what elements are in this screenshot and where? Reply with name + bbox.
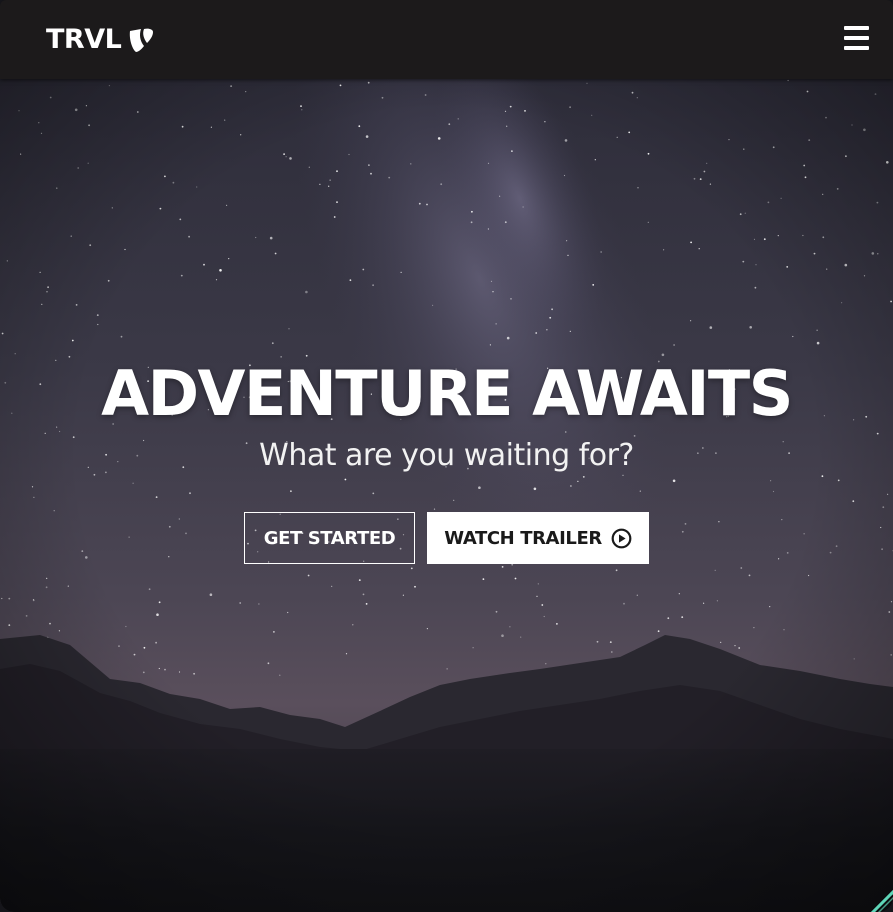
get-started-button[interactable]: GET STARTED <box>244 512 415 564</box>
get-started-label: GET STARTED <box>263 527 396 549</box>
hero-content: ADVENTURE AWAITS What are you waiting fo… <box>0 362 893 564</box>
menu-bar <box>844 26 869 30</box>
browser-viewport: TRVL ADVENTURE AWAITS What are you waiti… <box>0 0 893 912</box>
navbar: TRVL <box>0 0 893 79</box>
brand-name: TRVL <box>46 24 122 55</box>
hero-section: ADVENTURE AWAITS What are you waiting fo… <box>0 79 893 912</box>
brand-link[interactable]: TRVL <box>46 24 155 56</box>
hero-title: ADVENTURE AWAITS <box>101 357 793 430</box>
play-circle-icon <box>611 528 632 548</box>
menu-bar <box>844 46 869 50</box>
corner-accent <box>870 889 893 912</box>
hamburger-menu-icon[interactable] <box>844 26 869 50</box>
watch-trailer-label: WATCH TRAILER <box>444 527 602 549</box>
hero-actions: GET STARTED WATCH TRAILER <box>0 512 893 564</box>
typo3-icon <box>130 28 154 52</box>
watch-trailer-button[interactable]: WATCH TRAILER <box>427 512 649 564</box>
hero-subtitle: What are you waiting for? <box>259 438 634 473</box>
menu-bar <box>844 36 869 40</box>
